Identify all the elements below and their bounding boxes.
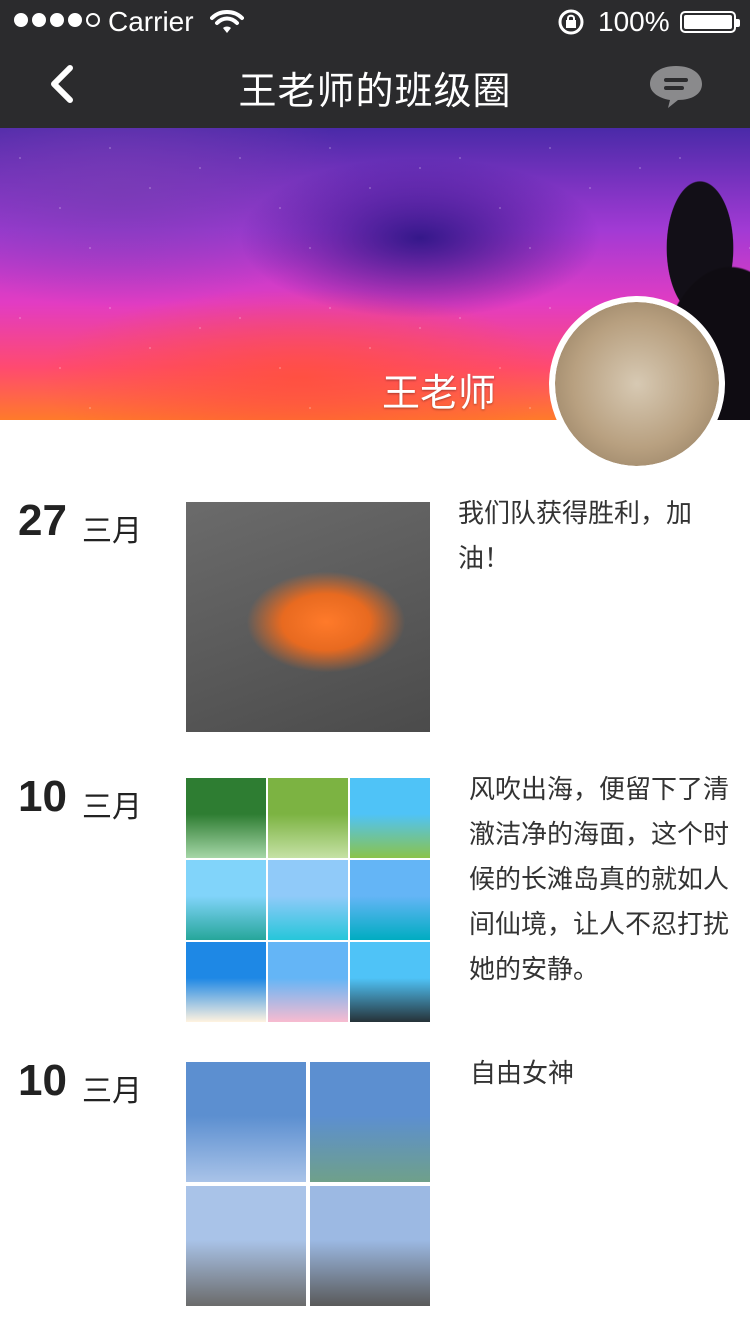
status-bar: Carrier 100% bbox=[0, 0, 750, 46]
grid-photo[interactable] bbox=[350, 778, 430, 858]
entry-month: 三月 bbox=[82, 514, 142, 549]
entry-text: 自由女神 bbox=[470, 1059, 575, 1089]
entry-month: 三月 bbox=[82, 1074, 142, 1109]
entry-day: 10 bbox=[18, 1056, 67, 1105]
grid-photo[interactable] bbox=[268, 778, 348, 858]
grid-photo[interactable] bbox=[268, 860, 348, 940]
rotation-lock-icon bbox=[558, 9, 584, 35]
signal-dot bbox=[14, 13, 28, 27]
entry-day: 10 bbox=[18, 772, 67, 821]
feed-entry: 10 三月 风吹出海，便留下了清澈洁净的海面，这个时候的长滩岛真的就如人间仙境，… bbox=[0, 772, 750, 1032]
battery-icon bbox=[680, 11, 740, 33]
top-bar: Carrier 100% 王老师的班级圈 bbox=[0, 0, 750, 128]
chat-bubble-icon[interactable] bbox=[648, 62, 704, 110]
entry-month: 三月 bbox=[82, 790, 142, 825]
avatar[interactable] bbox=[549, 296, 725, 472]
grid-photo[interactable] bbox=[186, 778, 266, 858]
carrier-label: Carrier bbox=[108, 6, 194, 37]
cover-username: 王老师 bbox=[382, 371, 497, 415]
signal-strength bbox=[14, 13, 100, 27]
signal-dot bbox=[50, 13, 64, 27]
grid-photo[interactable] bbox=[310, 1186, 430, 1306]
grid-photo[interactable] bbox=[186, 1186, 306, 1306]
grid-photo[interactable] bbox=[350, 942, 430, 1022]
signal-dot bbox=[86, 13, 100, 27]
entry-day: 27 bbox=[18, 496, 67, 545]
grid-photo[interactable] bbox=[186, 860, 266, 940]
feed-entry: 10 三月 自由女神 bbox=[0, 1056, 750, 1316]
page-title: 王老师的班级圈 bbox=[238, 69, 512, 113]
grid-photo[interactable] bbox=[186, 942, 266, 1022]
grid-photo[interactable] bbox=[186, 1062, 306, 1182]
wifi-icon bbox=[210, 10, 244, 33]
feed-entry: 27 三月 我们队获得胜利，加油！ bbox=[0, 496, 750, 746]
signal-dot bbox=[32, 13, 46, 27]
entry-text: 风吹出海，便留下了清澈洁净的海面，这个时候的长滩岛真的就如人间仙境，让人不忍打扰… bbox=[469, 775, 730, 985]
entry-photo[interactable] bbox=[186, 502, 430, 732]
entry-photo-grid bbox=[186, 1062, 430, 1306]
signal-dot bbox=[68, 13, 82, 27]
grid-photo[interactable] bbox=[310, 1062, 430, 1182]
entry-text: 我们队获得胜利，加油！ bbox=[458, 499, 693, 574]
grid-photo[interactable] bbox=[268, 942, 348, 1022]
battery-percent: 100% bbox=[598, 6, 670, 37]
entry-photo-grid bbox=[186, 778, 430, 1022]
grid-photo[interactable] bbox=[350, 860, 430, 940]
avatar-photo bbox=[555, 302, 719, 466]
